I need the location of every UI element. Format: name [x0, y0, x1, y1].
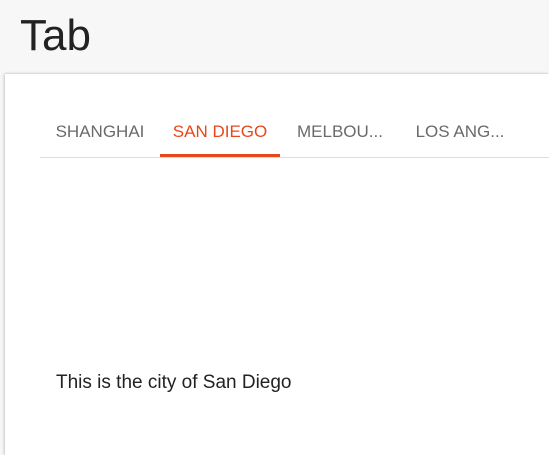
tab-melbourne[interactable]: MELBOU... — [280, 108, 400, 156]
page-header: Tab — [0, 0, 549, 74]
tab-panel-text: This is the city of San Diego — [56, 372, 292, 393]
page-title: Tab — [20, 11, 91, 60]
tab-card: SHANGHAI SAN DIEGO MELBOU... LOS ANG... … — [5, 74, 549, 455]
tab-bar: SHANGHAI SAN DIEGO MELBOU... LOS ANG... — [40, 108, 549, 158]
tab-los-angeles[interactable]: LOS ANG... — [400, 108, 520, 156]
tab-san-diego[interactable]: SAN DIEGO — [160, 108, 280, 157]
tab-shanghai[interactable]: SHANGHAI — [40, 108, 160, 156]
